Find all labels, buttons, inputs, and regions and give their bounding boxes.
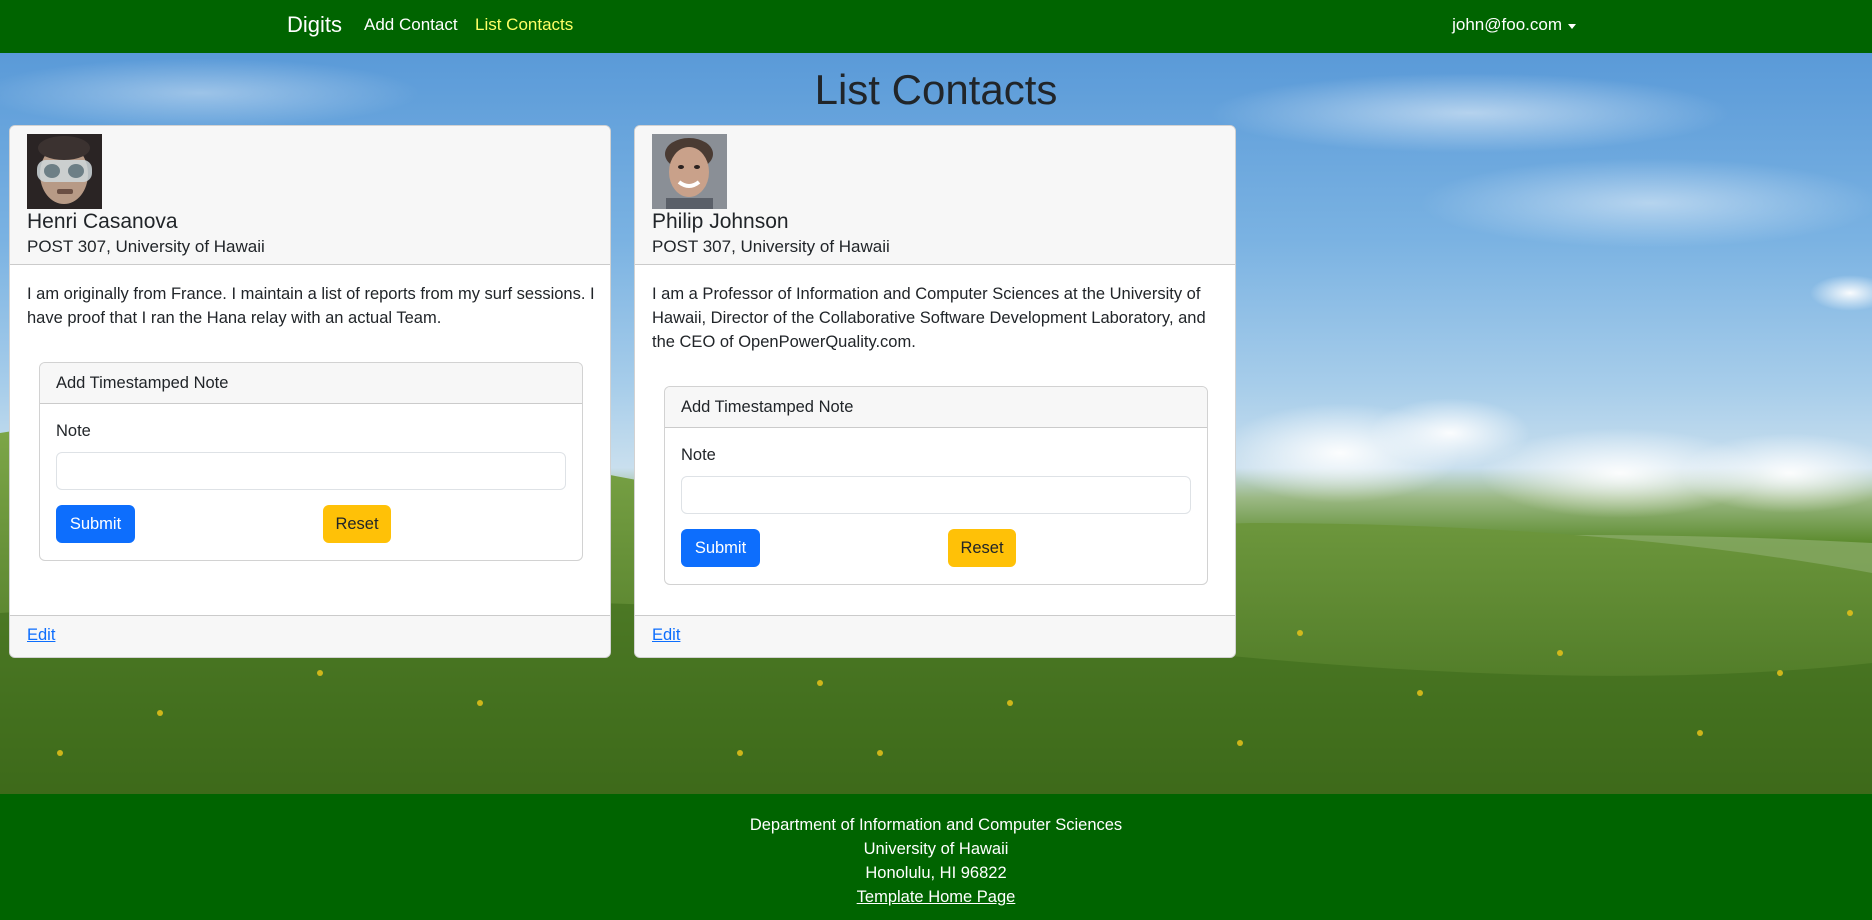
note-form-header: Add Timestamped Note (40, 363, 582, 404)
note-input[interactable] (681, 476, 1191, 514)
note-form-header: Add Timestamped Note (665, 387, 1207, 428)
card-footer: Edit (10, 615, 610, 657)
edit-link[interactable]: Edit (27, 626, 55, 645)
card-footer: Edit (635, 615, 1235, 657)
top-navbar: Digits Add Contact List Contacts john@fo… (0, 0, 1872, 53)
card-header: Henri Casanova POST 307, University of H… (10, 126, 610, 265)
contact-address: POST 307, University of Hawaii (652, 237, 890, 256)
submit-button[interactable]: Submit (681, 529, 760, 567)
note-form: Add Timestamped Note Note Submit Reset (39, 362, 583, 561)
user-dropdown[interactable]: john@foo.com (1452, 15, 1576, 35)
page-footer: Department of Information and Computer S… (0, 794, 1872, 920)
contact-description: I am originally from France. I maintain … (27, 285, 595, 327)
user-email: john@foo.com (1452, 15, 1562, 34)
nav-list-contacts-link[interactable]: List Contacts (475, 15, 573, 35)
nav-add-contact-link[interactable]: Add Contact (364, 15, 458, 35)
contact-card: Henri Casanova POST 307, University of H… (9, 125, 611, 658)
note-label: Note (56, 422, 91, 440)
avatar (652, 134, 727, 209)
diver-photo-icon (27, 134, 102, 209)
template-home-link[interactable]: Template Home Page (857, 888, 1016, 906)
footer-university: University of Hawaii (863, 840, 1009, 858)
contact-card: Philip Johnson POST 307, University of H… (634, 125, 1236, 658)
brand-link[interactable]: Digits (287, 12, 342, 38)
caret-down-icon (1568, 23, 1576, 29)
submit-button[interactable]: Submit (56, 505, 135, 543)
note-input[interactable] (56, 452, 566, 490)
footer-address: Honolulu, HI 96822 (865, 864, 1007, 882)
card-header: Philip Johnson POST 307, University of H… (635, 126, 1235, 265)
reset-button[interactable]: Reset (948, 529, 1016, 567)
contact-name: Philip Johnson (652, 210, 789, 233)
reset-button[interactable]: Reset (323, 505, 391, 543)
contact-address: POST 307, University of Hawaii (27, 237, 265, 256)
edit-link[interactable]: Edit (652, 626, 680, 645)
contact-name: Henri Casanova (27, 210, 178, 233)
note-label: Note (681, 446, 716, 464)
avatar (27, 134, 102, 209)
portrait-photo-icon (652, 134, 727, 209)
contact-description: I am a Professor of Information and Comp… (652, 285, 1206, 351)
note-form: Add Timestamped Note Note Submit Reset (664, 386, 1208, 585)
page-title: List Contacts (814, 66, 1058, 113)
footer-department: Department of Information and Computer S… (749, 816, 1123, 834)
